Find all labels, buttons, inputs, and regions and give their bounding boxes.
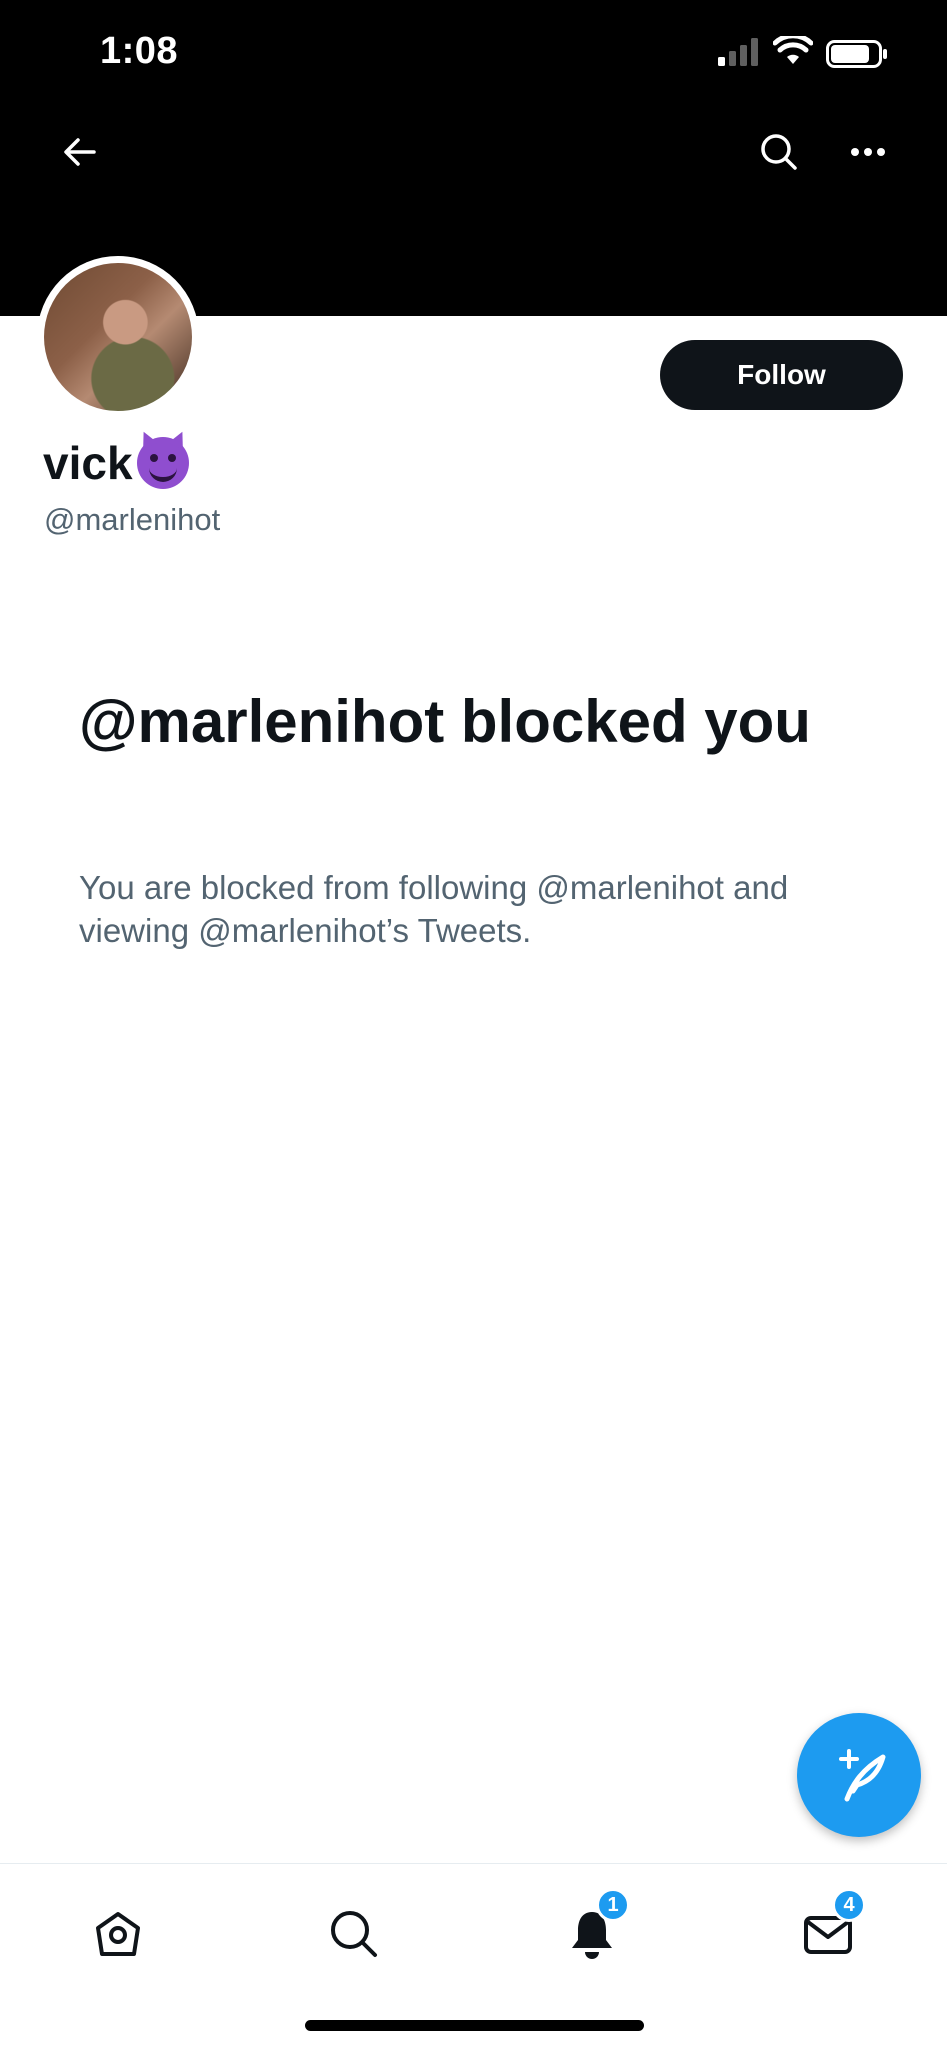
- avatar-ring[interactable]: [37, 256, 199, 418]
- nav-home[interactable]: [78, 1894, 158, 1974]
- back-button[interactable]: [50, 122, 110, 182]
- search-icon: [761, 134, 797, 170]
- nav-notifications[interactable]: 1: [552, 1888, 632, 1974]
- more-button[interactable]: [838, 122, 898, 182]
- home-icon: [96, 1912, 140, 1956]
- avatar[interactable]: [44, 263, 192, 411]
- devil-emoji-icon: [136, 437, 189, 489]
- blocked-title: @marlenihot blocked you: [79, 688, 811, 755]
- home-indicator[interactable]: [305, 2020, 644, 2031]
- status-time: 1:08: [100, 30, 179, 72]
- more-icon: [851, 148, 885, 156]
- nav-search[interactable]: [314, 1894, 394, 1974]
- blocked-description: You are blocked from following @marlenih…: [79, 869, 789, 949]
- display-name: vick: [43, 436, 189, 490]
- back-arrow-icon: [64, 138, 96, 166]
- search-button[interactable]: [749, 122, 809, 182]
- nav-messages[interactable]: 4: [788, 1888, 868, 1974]
- follow-button[interactable]: Follow: [660, 340, 903, 410]
- bottom-nav: 1 4: [0, 1863, 947, 2049]
- compose-icon: [839, 1749, 886, 1802]
- profile-handle: @marlenihot: [44, 502, 221, 537]
- signal-icon: [718, 38, 758, 66]
- display-name-text: vick: [43, 437, 133, 489]
- wifi-icon: [773, 36, 813, 64]
- messages-badge: 4: [832, 1888, 866, 1922]
- compose-tweet-button[interactable]: [797, 1713, 921, 1837]
- search-icon: [331, 1911, 377, 1957]
- battery-icon: [826, 40, 887, 68]
- notifications-badge: 1: [596, 1888, 630, 1922]
